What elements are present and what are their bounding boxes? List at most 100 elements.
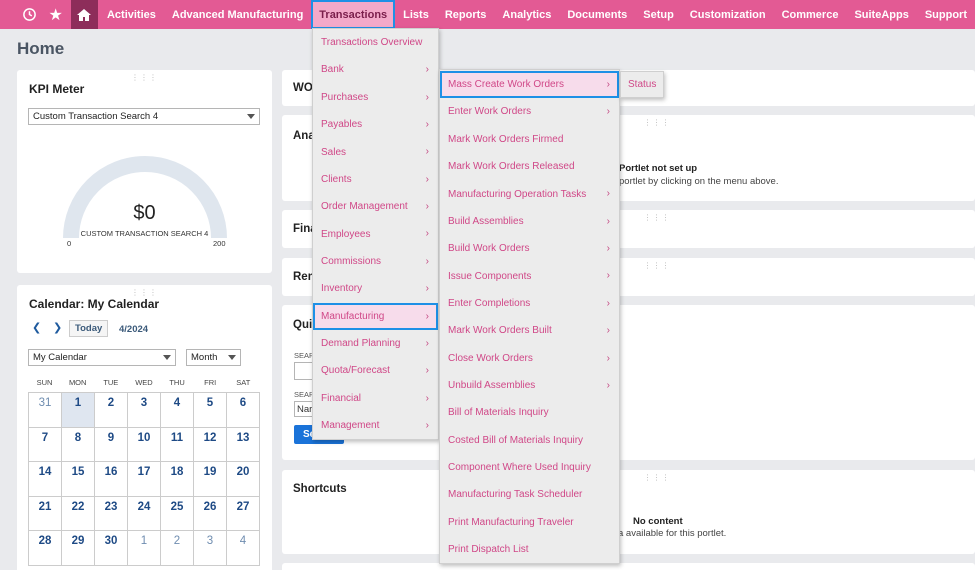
kpi-value: $0 xyxy=(133,202,156,224)
nav-reports[interactable]: Reports xyxy=(437,0,495,29)
drag-handle-icon[interactable]: ⋮⋮⋮ xyxy=(644,261,671,270)
calendar-day[interactable]: 11 xyxy=(161,427,194,462)
menu-item-clients[interactable]: Clients › xyxy=(313,166,438,193)
calendar-day[interactable]: 31 xyxy=(29,393,62,428)
menu-item-mass-create-work-orders[interactable]: Mass Create Work Orders › xyxy=(440,71,619,99)
menu-item-enter-completions[interactable]: Enter Completions › xyxy=(440,290,619,317)
calendar-day[interactable]: 18 xyxy=(161,462,194,497)
nav-setup[interactable]: Setup xyxy=(635,0,682,29)
menu-item-order-management[interactable]: Order Management › xyxy=(313,193,438,220)
drag-handle-icon[interactable]: ⋮⋮⋮ xyxy=(644,213,671,222)
calendar-day[interactable]: 22 xyxy=(62,496,95,531)
menu-item-inventory[interactable]: Inventory › xyxy=(313,275,438,302)
menu-item-build-assemblies[interactable]: Build Assemblies › xyxy=(440,208,619,235)
calendar-day[interactable]: 10 xyxy=(128,427,161,462)
menu-item-label: Manufacturing Task Scheduler xyxy=(448,489,583,501)
nav-support[interactable]: Support xyxy=(917,0,975,29)
view-select[interactable]: Month xyxy=(186,349,241,366)
menu-item-management[interactable]: Management › xyxy=(313,412,438,439)
menu-item-bank[interactable]: Bank › xyxy=(313,56,438,83)
menu-item-unbuild-assemblies[interactable]: Unbuild Assemblies › xyxy=(440,372,619,399)
calendar-day[interactable]: 1 xyxy=(62,393,95,428)
drag-handle-icon[interactable]: ⋮⋮⋮ xyxy=(644,473,671,482)
menu-item-sales[interactable]: Sales › xyxy=(313,138,438,165)
calendar-day[interactable]: 1 xyxy=(128,531,161,566)
star-icon[interactable]: ★ xyxy=(43,0,69,29)
nav-transactions[interactable]: Transactions xyxy=(311,0,396,29)
menu-item-bill-of-materials-inquiry[interactable]: Bill of Materials Inquiry xyxy=(440,399,619,426)
calendar-day[interactable]: 23 xyxy=(95,496,128,531)
prev-month-icon[interactable]: ❮ xyxy=(32,321,41,334)
nav-advanced-manufacturing[interactable]: Advanced Manufacturing xyxy=(164,0,311,29)
nav-commerce[interactable]: Commerce xyxy=(774,0,847,29)
calendar-day[interactable]: 5 xyxy=(194,393,227,428)
calendar-day[interactable]: 27 xyxy=(227,496,260,531)
calendar-day[interactable]: 3 xyxy=(128,393,161,428)
calendar-day[interactable]: 21 xyxy=(29,496,62,531)
nav-lists[interactable]: Lists xyxy=(395,0,437,29)
menu-item-enter-work-orders[interactable]: Enter Work Orders › xyxy=(440,98,619,125)
calendar-day[interactable]: 29 xyxy=(62,531,95,566)
menu-item-issue-components[interactable]: Issue Components › xyxy=(440,262,619,289)
kpi-search-select[interactable]: Custom Transaction Search 4 xyxy=(28,108,260,125)
nav-suiteapps[interactable]: SuiteApps xyxy=(846,0,916,29)
calendar-day[interactable]: 7 xyxy=(29,427,62,462)
menu-item-component-where-used-inquiry[interactable]: Component Where Used Inquiry xyxy=(440,454,619,481)
calendar-day[interactable]: 13 xyxy=(227,427,260,462)
calendar-day[interactable]: 25 xyxy=(161,496,194,531)
menu-item-commissions[interactable]: Commissions › xyxy=(313,248,438,275)
calendar-day[interactable]: 9 xyxy=(95,427,128,462)
calendar-day[interactable]: 2 xyxy=(161,531,194,566)
calendar-day[interactable]: 16 xyxy=(95,462,128,497)
calendar-day[interactable]: 4 xyxy=(227,531,260,566)
menu-item-close-work-orders[interactable]: Close Work Orders › xyxy=(440,345,619,372)
home-icon[interactable] xyxy=(70,0,98,29)
menu-item-manufacturing-task-scheduler[interactable]: Manufacturing Task Scheduler xyxy=(440,481,619,508)
calendar-day[interactable]: 2 xyxy=(95,393,128,428)
menu-item-financial[interactable]: Financial › xyxy=(313,385,438,412)
menu-item-print-manufacturing-traveler[interactable]: Print Manufacturing Traveler xyxy=(440,509,619,536)
menu-item-manufacturing-operation-tasks[interactable]: Manufacturing Operation Tasks › xyxy=(440,180,619,207)
weekday-label: SUN xyxy=(36,378,53,387)
menu-item-mark-work-orders-built[interactable]: Mark Work Orders Built › xyxy=(440,317,619,344)
today-button[interactable]: Today xyxy=(69,320,109,337)
drag-handle-icon[interactable]: ⋮⋮⋮ xyxy=(644,118,671,127)
recent-icon[interactable] xyxy=(17,0,43,29)
menu-item-payables[interactable]: Payables › xyxy=(313,111,438,138)
menu-item-mark-work-orders-released[interactable]: Mark Work Orders Released xyxy=(440,153,619,180)
menu-item-mark-work-orders-firmed[interactable]: Mark Work Orders Firmed xyxy=(440,126,619,153)
calendar-select[interactable]: My Calendar xyxy=(28,349,176,366)
calendar-day[interactable]: 30 xyxy=(95,531,128,566)
calendar-day[interactable]: 26 xyxy=(194,496,227,531)
chevron-right-icon: › xyxy=(606,379,610,391)
calendar-day[interactable]: 20 xyxy=(227,462,260,497)
menu-item-transactions-overview[interactable]: Transactions Overview xyxy=(313,29,438,56)
menu-item-print-dispatch-list[interactable]: Print Dispatch List xyxy=(440,536,619,563)
calendar-day[interactable]: 12 xyxy=(194,427,227,462)
drag-handle-icon[interactable]: ⋮⋮⋮ xyxy=(131,73,158,82)
calendar-day[interactable]: 19 xyxy=(194,462,227,497)
menu-item-status[interactable]: Status xyxy=(628,79,656,90)
calendar-day[interactable]: 6 xyxy=(227,393,260,428)
calendar-day[interactable]: 4 xyxy=(161,393,194,428)
calendar-day[interactable]: 24 xyxy=(128,496,161,531)
calendar-day[interactable]: 8 xyxy=(62,427,95,462)
menu-item-costed-bill-of-materials-inquiry[interactable]: Costed Bill of Materials Inquiry xyxy=(440,427,619,454)
nav-customization[interactable]: Customization xyxy=(682,0,774,29)
next-month-icon[interactable]: ❯ xyxy=(53,321,62,334)
menu-item-employees[interactable]: Employees › xyxy=(313,220,438,247)
menu-item-quota-forecast[interactable]: Quota/Forecast › xyxy=(313,357,438,384)
calendar-day[interactable]: 28 xyxy=(29,531,62,566)
drag-handle-icon[interactable]: ⋮⋮⋮ xyxy=(131,288,158,297)
nav-activities[interactable]: Activities xyxy=(99,0,164,29)
menu-item-demand-planning[interactable]: Demand Planning › xyxy=(313,330,438,357)
calendar-day[interactable]: 3 xyxy=(194,531,227,566)
menu-item-purchases[interactable]: Purchases › xyxy=(313,84,438,111)
menu-item-build-work-orders[interactable]: Build Work Orders › xyxy=(440,235,619,262)
nav-analytics[interactable]: Analytics xyxy=(494,0,559,29)
nav-documents[interactable]: Documents xyxy=(559,0,635,29)
calendar-day[interactable]: 15 xyxy=(62,462,95,497)
calendar-day[interactable]: 14 xyxy=(29,462,62,497)
menu-item-manufacturing[interactable]: Manufacturing › xyxy=(313,302,438,330)
calendar-day[interactable]: 17 xyxy=(128,462,161,497)
